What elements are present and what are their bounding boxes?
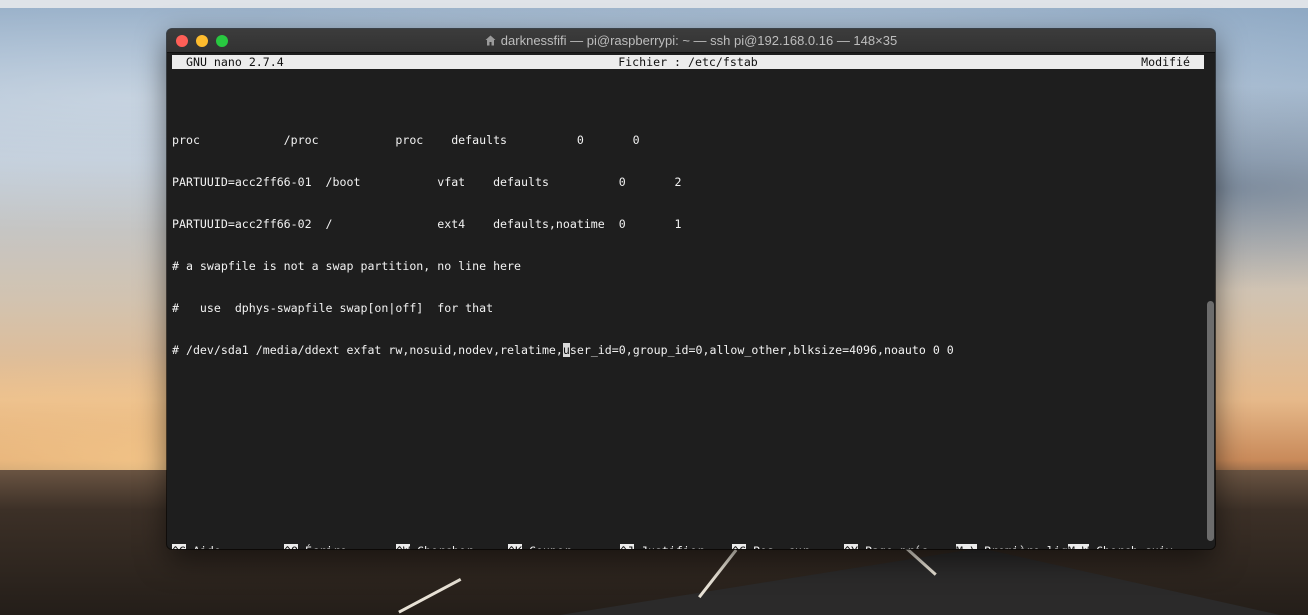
shortcut-key: ^J (620, 544, 634, 549)
terminal-scrollbar[interactable] (1206, 53, 1215, 547)
shortcut-key: M-W (1068, 544, 1089, 549)
window-title-text: darknessfifi — pi@raspberrypi: ~ — ssh p… (500, 33, 898, 48)
shortcut-label: Aide (193, 544, 221, 549)
nano-file-name: Fichier : /etc/fstab (618, 55, 758, 69)
line-text-before-cursor: # /dev/sda1 /media/ddext exfat rw,nosuid… (172, 343, 563, 357)
shortcut-label: Écrire (305, 544, 347, 549)
text-cursor: u (562, 343, 570, 357)
shortcut-label: Cherch.suiv. (1096, 544, 1180, 549)
shortcut-item: ^K Couper (508, 544, 571, 549)
shortcut-label: Couper (529, 544, 571, 549)
shortcut-item: M-W Cherch.suiv. (1068, 544, 1180, 549)
shortcut-key: ^W (396, 544, 410, 549)
window-title: darknessfifi — pi@raspberrypi: ~ — ssh p… (167, 33, 1215, 48)
nano-shortcut-bar: ^G Aide ^O Écrire ^W Chercher ^K Couper ^J Justif… (172, 516, 1204, 549)
shortcut-label: Chercher (417, 544, 473, 549)
file-line: proc /proc proc defaults 0 0 (172, 133, 640, 147)
terminal-window[interactable]: darknessfifi — pi@raspberrypi: ~ — ssh p… (167, 29, 1215, 549)
nano-header-bar: Fichier : /etc/fstab GNU nano 2.7.4 Modi… (172, 55, 1204, 69)
shortcut-label: Première lig (984, 544, 1068, 549)
file-line: PARTUUID=acc2ff66-02 / ext4 defaults,noa… (172, 217, 682, 231)
shortcut-key: ^C (732, 544, 746, 549)
file-line: # use dphys-swapfile swap[on|off] for th… (172, 301, 494, 315)
window-titlebar[interactable]: darknessfifi — pi@raspberrypi: ~ — ssh p… (167, 29, 1215, 53)
shortcut-item: ^C Pos. cur. (732, 544, 816, 549)
file-line: PARTUUID=acc2ff66-01 /boot vfat defaults… (172, 175, 682, 189)
shortcut-label: Pos. cur. (753, 544, 816, 549)
line-text-after-cursor: ser_id=0,group_id=0,allow_other,blksize=… (569, 343, 954, 357)
file-line-editing: # /dev/sda1 /media/ddext exfat rw,nosuid… (172, 343, 1204, 357)
shortcut-key: ^G (172, 544, 186, 549)
shortcut-item: ^J Justifier (620, 544, 704, 549)
scrollbar-thumb[interactable] (1207, 301, 1214, 541)
nano-modified-status: Modifié (1141, 55, 1190, 69)
shortcut-item: ^O Écrire (284, 544, 347, 549)
shortcut-key: M-\ (956, 544, 977, 549)
shortcut-item: M-\ Première lig (956, 544, 1068, 549)
file-line: # a swapfile is not a swap partition, no… (172, 259, 522, 273)
shortcut-row: ^G Aide ^O Écrire ^W Chercher ^K Couper ^J Justif… (172, 544, 1204, 549)
shortcut-key: ^K (508, 544, 522, 549)
file-editor-area[interactable]: proc /proc proc defaults 0 0 PARTUUID=ac… (172, 105, 1204, 385)
shortcut-key: ^Y (844, 544, 858, 549)
terminal-content[interactable]: Fichier : /etc/fstab GNU nano 2.7.4 Modi… (172, 53, 1204, 549)
shortcut-key: ^O (284, 544, 298, 549)
shortcut-label: Justifier (641, 544, 704, 549)
nano-version: GNU nano 2.7.4 (186, 55, 284, 69)
shortcut-item: ^Y Page préc. (844, 544, 935, 549)
shortcut-item: ^G Aide (172, 544, 221, 549)
shortcut-label: Page préc. (865, 544, 935, 549)
shortcut-item: ^W Chercher (396, 544, 473, 549)
house-icon (485, 35, 496, 46)
